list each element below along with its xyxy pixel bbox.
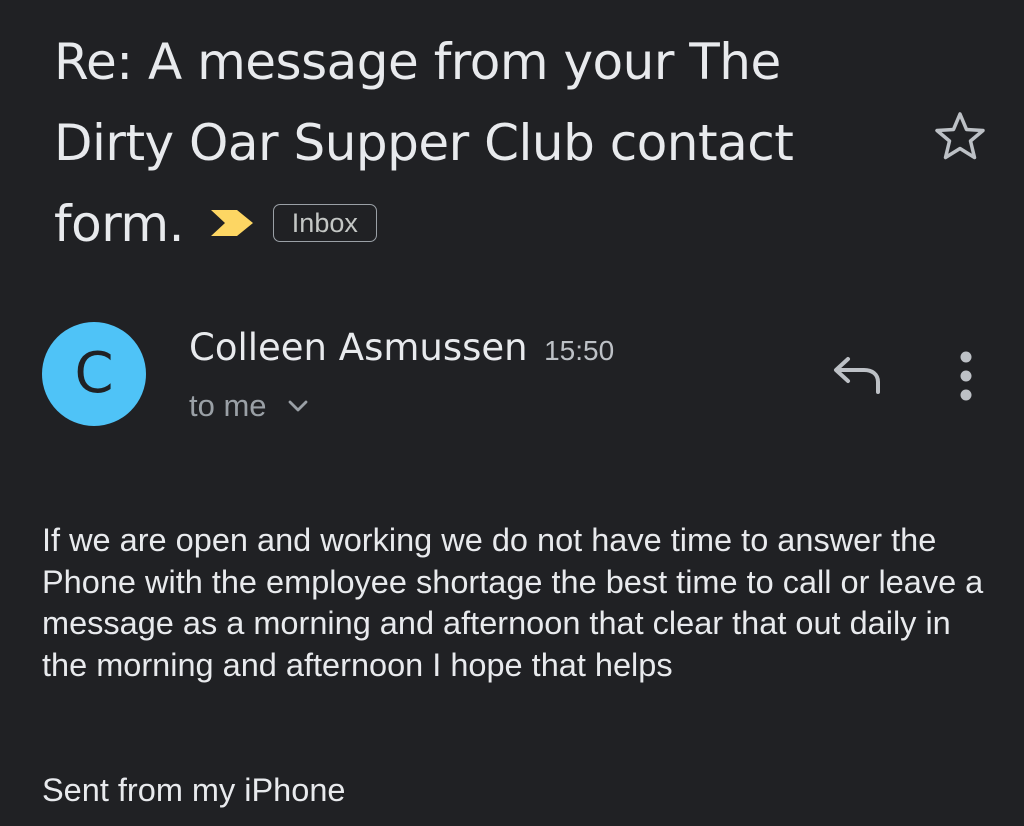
subject-text: Re: A message from your The Dirty Oar Su…	[54, 33, 794, 253]
sender-avatar[interactable]: C	[42, 322, 146, 426]
email-signature: Sent from my iPhone	[42, 772, 346, 808]
sender-row: Colleen Asmussen 15:50	[189, 326, 614, 376]
sender-name[interactable]: Colleen Asmussen	[189, 326, 528, 369]
chevron-down-icon	[288, 400, 308, 412]
more-vert-icon[interactable]	[944, 348, 988, 406]
important-marker-icon[interactable]	[209, 208, 255, 238]
message-time: 15:50	[544, 335, 615, 366]
reply-icon[interactable]	[826, 352, 888, 404]
inbox-label-chip[interactable]: Inbox	[272, 203, 377, 242]
recipient-label: to me	[189, 388, 267, 423]
email-body: If we are open and working we do not hav…	[42, 522, 984, 683]
email-subject: Re: A message from your The Dirty Oar Su…	[54, 22, 874, 265]
star-icon[interactable]	[932, 110, 988, 162]
recipient-details-toggle[interactable]: to me	[189, 388, 309, 424]
